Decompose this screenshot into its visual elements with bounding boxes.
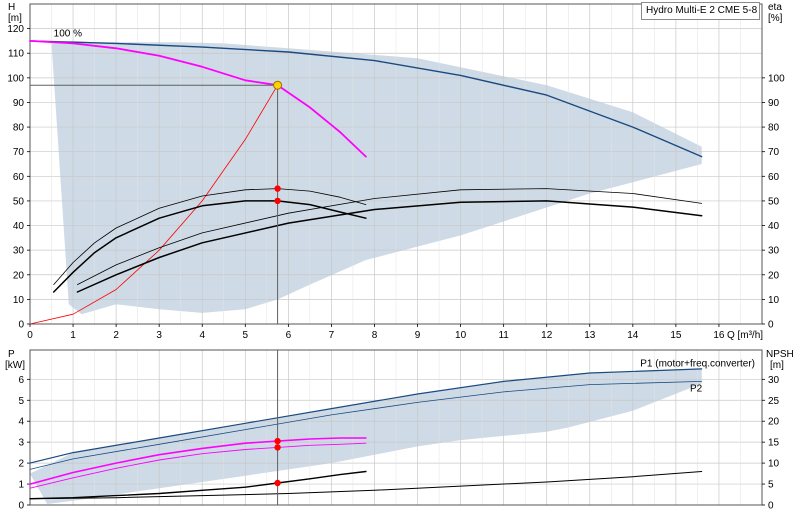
y-right-tick-label: 60 [768,172,780,183]
y-left-tick-label: 80 [13,123,25,134]
y-left-tick-label: 90 [13,98,25,109]
y-right-tick-label: 5 [768,480,774,491]
x-tick-label: 12 [541,330,553,341]
power-axis-unit: [kW] [5,360,25,371]
y-left-tick-label: 20 [13,270,25,281]
y-left-tick-label: 2 [18,459,24,470]
y-left-tick-label: 50 [13,196,25,207]
x-tick-label: 15 [670,330,682,341]
x-tick-label: 3 [156,330,162,341]
x-tick-label: 0 [27,330,33,341]
x-tick-label: 16 [713,330,725,341]
y-right-tick-label: 25 [768,396,780,407]
y-left-tick-label: 70 [13,147,25,158]
x-tick-label: 8 [372,330,378,341]
duty-point-marker [273,80,283,90]
y-left-axis-unit: [m] [8,13,22,24]
pump-curve-chart: 0102030405060708090100110120010203040506… [5,2,794,512]
power-marker [274,444,281,451]
x-tick-label: 13 [584,330,596,341]
y-left-tick-label: 0 [18,501,24,512]
y-right-tick-label: 10 [768,459,780,470]
p1-label: P1 (motor+freq.converter) [640,359,755,370]
y-right-tick-label: 30 [768,375,780,386]
y-left-tick-label: 4 [18,417,24,428]
y-right-tick-label: 40 [768,221,780,232]
y-left-tick-label: 5 [18,396,24,407]
speed-label: 100 % [54,29,82,40]
y-right-tick-label: 0 [768,501,774,512]
y-right-tick-label: 30 [768,246,780,257]
power-axis-label: P [8,349,15,360]
x-tick-label: 2 [113,330,119,341]
p2-label: P2 [690,384,703,395]
x-tick-label: 1 [70,330,76,341]
y-left-tick-label: 3 [18,438,24,449]
npsh-axis-label: NPSH [766,349,794,360]
x-tick-label: 7 [329,330,335,341]
y-left-tick-label: 60 [13,172,25,183]
y-left-tick-label: 120 [7,24,24,35]
x-axis-label: Q [m³/h] [727,330,763,341]
x-tick-label: 11 [498,330,509,341]
chart-title: Hydro Multi-E 2 CME 5-8 [646,5,758,16]
x-tick-label: 14 [627,330,639,341]
y-right-tick-label: 20 [768,417,780,428]
y-left-tick-label: 110 [8,49,24,60]
y-left-tick-label: 30 [13,246,25,257]
y-left-axis-label: H [8,2,15,13]
y-right-tick-label: 70 [768,147,780,158]
y-right-axis-unit: [%] [768,13,783,24]
y-left-tick-label: 40 [13,221,25,232]
efficiency-marker [274,197,281,205]
y-left-tick-label: 6 [18,375,24,386]
pump-curve-figure: 0 10 20 30 40 50 60 70 80 90 100 110 120 0 10 20 30 40 50 6… [0,0,800,520]
y-right-tick-label: 10 [768,295,780,306]
x-tick-label: 9 [415,330,421,341]
power-marker [274,437,281,445]
y-right-tick-label: 100 [768,73,785,84]
y-left-tick-label: 10 [13,295,25,306]
y-left-tick-label: 100 [7,73,24,84]
y-right-tick-label: 20 [768,270,780,281]
x-tick-label: 4 [199,330,205,341]
chart-title-box: Hydro Multi-E 2 CME 5-8 [641,2,760,20]
x-tick-label: 5 [243,330,249,341]
y-left-tick-label: 0 [18,320,24,331]
y-right-tick-label: 80 [768,123,780,134]
y-left-tick-label: 1 [18,480,24,491]
y-right-tick-label: 90 [768,98,780,109]
power-marker [274,479,281,487]
npsh-axis-unit: [m] [770,360,784,371]
x-tick-label: 10 [455,330,467,341]
y-right-tick-label: 0 [768,320,774,331]
x-tick-label: 6 [286,330,292,341]
efficiency-marker [274,185,281,192]
y-right-axis-label: eta [768,2,782,13]
y-right-tick-label: 15 [768,438,780,449]
y-right-tick-label: 50 [768,196,780,207]
